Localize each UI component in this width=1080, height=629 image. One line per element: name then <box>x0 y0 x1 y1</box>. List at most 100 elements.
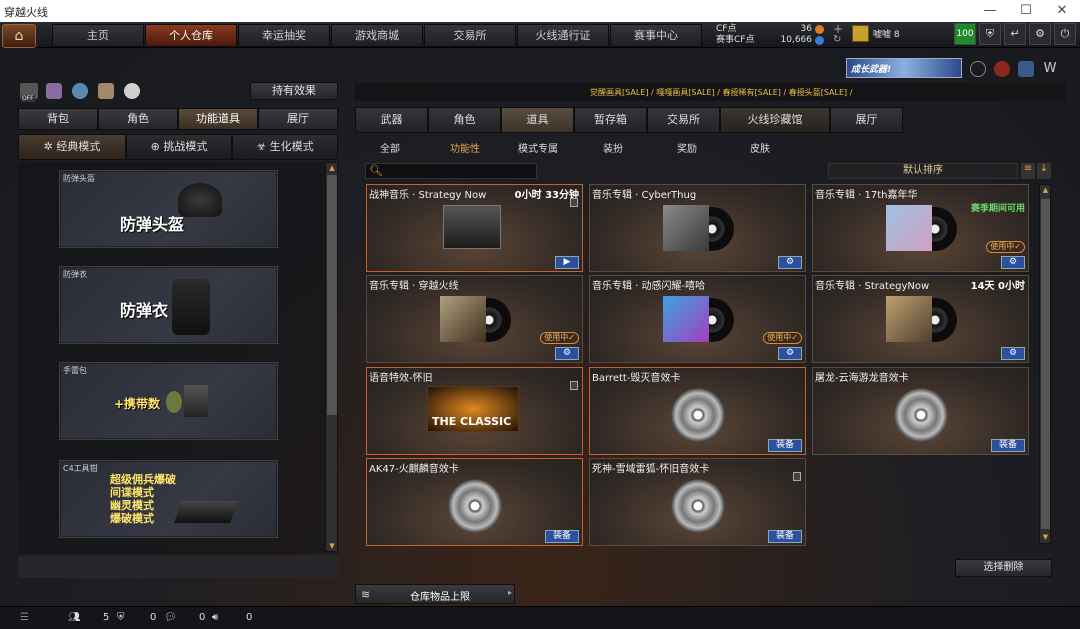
equip-button[interactable]: 装备 <box>768 439 802 452</box>
left-scrollbar[interactable]: ▲ ▼ <box>325 162 338 552</box>
item-card[interactable]: 音乐专辑 · 动感闪耀-嘻哈 使用中✓ ⚙ <box>589 275 806 363</box>
settings-gear-icon[interactable]: ⚙ <box>555 347 579 360</box>
home-icon[interactable]: ⌂ <box>2 24 36 48</box>
chat-icon[interactable]: 💬︎ <box>164 612 177 623</box>
settings-gear-icon[interactable]: ⚙ <box>1001 347 1025 360</box>
mode-challenge[interactable]: ⊕ 挑战模式 <box>126 134 232 160</box>
gear-icon[interactable]: ⚙ <box>1029 23 1051 45</box>
clan-icon[interactable]: ⛨ <box>117 612 125 623</box>
held-effects-button[interactable]: 持有效果 <box>250 82 338 100</box>
item-big-label: 防弹头盔 <box>120 215 185 234</box>
badge-icon-3[interactable] <box>1018 61 1034 77</box>
equip-button[interactable]: 装备 <box>991 439 1025 452</box>
subtab-functional[interactable]: 功能性 <box>450 140 480 155</box>
tab-home[interactable]: 主页 <box>52 24 144 47</box>
tab-characters[interactable]: 角色 <box>428 107 501 133</box>
item-card[interactable]: Barrett-毁灭音效卡 装备 <box>589 367 806 455</box>
play-button[interactable]: ▶ <box>555 256 579 269</box>
tab-game-mall[interactable]: 游戏商城 <box>331 24 423 47</box>
item-card-grenade-pack[interactable]: 手雷包 +携带数 <box>59 362 278 440</box>
badge-icon-1[interactable] <box>970 61 986 77</box>
cf-coin-icon <box>815 25 824 34</box>
settings-gear-icon[interactable]: ⚙ <box>1001 256 1025 269</box>
search-input[interactable]: 🔍︎ <box>365 163 537 179</box>
item-card[interactable]: 战神音乐 · Strategy Now 0小时 33分钟 ▶ <box>366 184 583 272</box>
tab-backpack[interactable]: 背包 <box>18 108 98 130</box>
storage-limit-bar[interactable]: ≋ 仓库物品上限 ▸ <box>355 584 515 604</box>
album-cover <box>663 205 709 251</box>
settings-gear-icon[interactable]: ⚙ <box>778 256 802 269</box>
item-card[interactable]: 音乐专辑 · 17th嘉年华 赛季期间可用 使用中✓ ⚙ <box>812 184 1029 272</box>
left-scroll-thumb[interactable] <box>327 175 337 415</box>
close-button[interactable]: ✕ <box>1044 0 1080 22</box>
item-card[interactable]: 音乐专辑 · 穿越火线 使用中✓ ⚙ <box>366 275 583 363</box>
effect-icon-4[interactable] <box>98 83 114 99</box>
subtab-skins[interactable]: 皮肤 <box>750 140 770 155</box>
minimize-button[interactable]: — <box>972 0 1008 22</box>
item-card-helmet[interactable]: 防弹头盔 防弹头盔 <box>59 170 278 248</box>
item-card-vest[interactable]: 防弹衣 防弹衣 <box>59 266 278 344</box>
tab-collection-hall[interactable]: 火线珍藏馆 <box>720 107 830 133</box>
subtab-costume[interactable]: 装扮 <box>603 140 623 155</box>
subtab-all[interactable]: 全部 <box>380 140 400 155</box>
tab-event-center[interactable]: 赛事中心 <box>610 24 702 47</box>
mode-biochem[interactable]: ☣ 生化模式 <box>232 134 338 160</box>
tab-weapons[interactable]: 武器 <box>355 107 428 133</box>
equip-button[interactable]: 装备 <box>768 530 802 543</box>
friends-icon[interactable]: 👥︎ <box>68 612 81 623</box>
item-card[interactable]: 屠龙-云海游龙音效卡 装备 <box>812 367 1029 455</box>
right-scrollbar[interactable]: ▲ ▼ <box>1039 184 1051 544</box>
shield-icon[interactable]: ⛨ <box>979 23 1001 45</box>
scroll-up-icon[interactable]: ▲ <box>327 163 337 173</box>
card-time: 14天 0小时 <box>970 281 1025 292</box>
item-card[interactable]: 音乐专辑 · CyberThug ⚙ <box>589 184 806 272</box>
tab-trade[interactable]: 交易所 <box>647 107 720 133</box>
sale-ticker[interactable]: 觉醒画具[SALE] / 嘎嘎画具[SALE] / 春授稀有[SALE] / 春… <box>590 87 852 98</box>
power-icon[interactable]: ⏻ <box>1054 23 1076 45</box>
subtab-rewards[interactable]: 奖励 <box>677 140 697 155</box>
scroll-down-icon[interactable]: ▼ <box>327 541 337 551</box>
tab-personal-storage[interactable]: 个人仓库 <box>145 24 237 47</box>
tab-items[interactable]: 道具 <box>501 107 574 133</box>
list-view-icon[interactable]: ≡ <box>1021 163 1035 179</box>
scroll-up-icon[interactable]: ▲ <box>1041 185 1050 195</box>
settings-gear-icon[interactable]: ⚙ <box>778 347 802 360</box>
tab-temp-storage[interactable]: 暂存箱 <box>574 107 647 133</box>
tab-battle-pass[interactable]: 火线通行证 <box>517 24 609 47</box>
mode-classic-label: 经典模式 <box>56 140 101 153</box>
level-badge[interactable]: 100 <box>954 23 976 45</box>
tab-character[interactable]: 角色 <box>98 108 178 130</box>
select-delete-button[interactable]: 选择删除 <box>955 559 1052 577</box>
item-card-c4-pliers[interactable]: C4工具钳 超级佣兵爆破 间谍模式 幽灵模式 爆破模式 <box>59 460 278 538</box>
album-cover <box>663 296 709 342</box>
vest-icon <box>172 279 210 335</box>
refresh-icon[interactable]: ↻ <box>833 34 841 45</box>
menu-icon[interactable]: ☰ <box>20 612 29 623</box>
item-card[interactable]: 语音特效-怀旧 THE CLASSIC <box>366 367 583 455</box>
tab-showroom[interactable]: 展厅 <box>258 108 338 130</box>
tab-lucky-draw[interactable]: 幸运抽奖 <box>238 24 330 47</box>
sort-dropdown[interactable]: 默认排序 <box>828 163 1018 179</box>
exit-icon[interactable]: ↵ <box>1004 23 1026 45</box>
effect-icon-5[interactable] <box>124 83 140 99</box>
badge-icon-4[interactable]: W <box>1042 61 1058 77</box>
effect-icon-3[interactable] <box>72 83 88 99</box>
item-card[interactable]: 音乐专辑 · StrategyNow 14天 0小时 ⚙ <box>812 275 1029 363</box>
match-cf-value: 10,666 <box>780 35 813 45</box>
growth-weapon-banner[interactable]: 成长武器! <box>846 58 962 78</box>
mode-classic[interactable]: ✲ 经典模式 <box>18 134 126 160</box>
maximize-button[interactable]: ☐ <box>1008 0 1044 22</box>
tab-exhibition[interactable]: 展厅 <box>830 107 903 133</box>
effect-icon-2[interactable] <box>46 83 62 99</box>
equip-button[interactable]: 装备 <box>545 530 579 543</box>
item-card[interactable]: 死神-雪域雷狐-怀旧音效卡 装备 <box>589 458 806 546</box>
sort-direction-icon[interactable]: ↓ <box>1037 163 1051 179</box>
right-scroll-thumb[interactable] <box>1041 199 1050 529</box>
speaker-icon[interactable]: 🔊︎ <box>212 612 218 623</box>
tab-exchange[interactable]: 交易所 <box>424 24 516 47</box>
scroll-down-icon[interactable]: ▼ <box>1041 532 1050 542</box>
subtab-mode-exclusive[interactable]: 模式专属 <box>518 140 558 155</box>
item-card[interactable]: AK47-火麒麟音效卡 装备 <box>366 458 583 546</box>
tab-functional-items[interactable]: 功能道具 <box>178 108 258 130</box>
badge-icon-2[interactable] <box>994 61 1010 77</box>
